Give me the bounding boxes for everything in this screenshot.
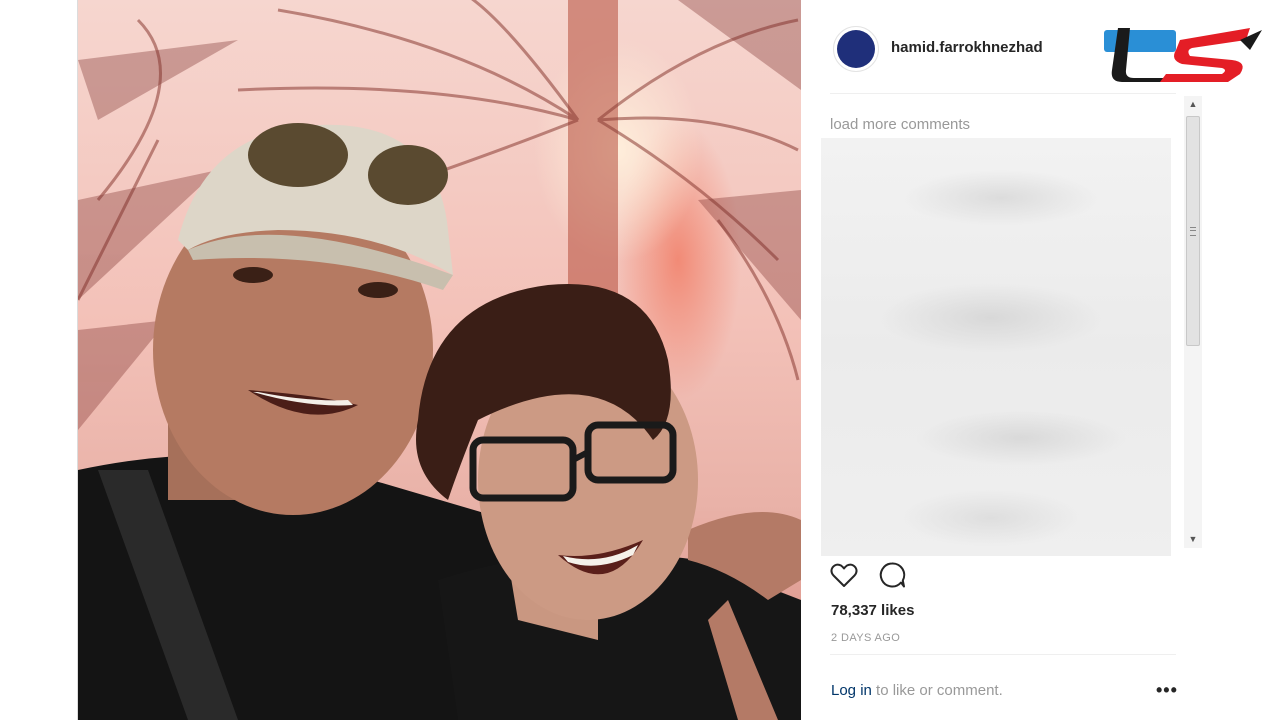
login-link[interactable]: Log in [831,682,872,699]
like-count[interactable]: 78,337 likes [831,602,914,619]
post-photo[interactable] [78,0,801,720]
more-options-button[interactable]: ••• [1156,680,1178,701]
scroll-grip [1190,227,1196,236]
scroll-thumb[interactable] [1186,116,1200,346]
comments-scrollbar[interactable]: ▲ ▼ [1184,96,1202,548]
photo-illustration [78,0,801,720]
post-details-panel: hamid.farrokhnezhad load more comments ▲… [801,0,1202,720]
heart-icon[interactable] [829,560,859,590]
scroll-up-arrow[interactable]: ▲ [1188,99,1198,109]
load-more-comments-link[interactable]: load more comments [830,116,970,133]
profile-avatar[interactable] [833,26,879,72]
avatar-image [837,30,875,68]
site-logo [1100,20,1265,86]
comment-icon[interactable] [877,560,907,590]
scroll-down-arrow[interactable]: ▼ [1188,534,1198,544]
footer-divider [830,654,1176,655]
blurred-comments [821,138,1171,556]
site-logo-graphic [1104,28,1262,82]
login-prompt: Log in to like or comment. [831,682,1003,699]
header-divider [830,93,1176,94]
login-prompt-text: to like or comment. [871,682,1003,699]
post-timestamp: 2 DAYS AGO [831,632,901,644]
comments-area: load more comments [821,96,1185,556]
username-link[interactable]: hamid.farrokhnezhad [891,39,1043,56]
post-actions [829,560,949,590]
